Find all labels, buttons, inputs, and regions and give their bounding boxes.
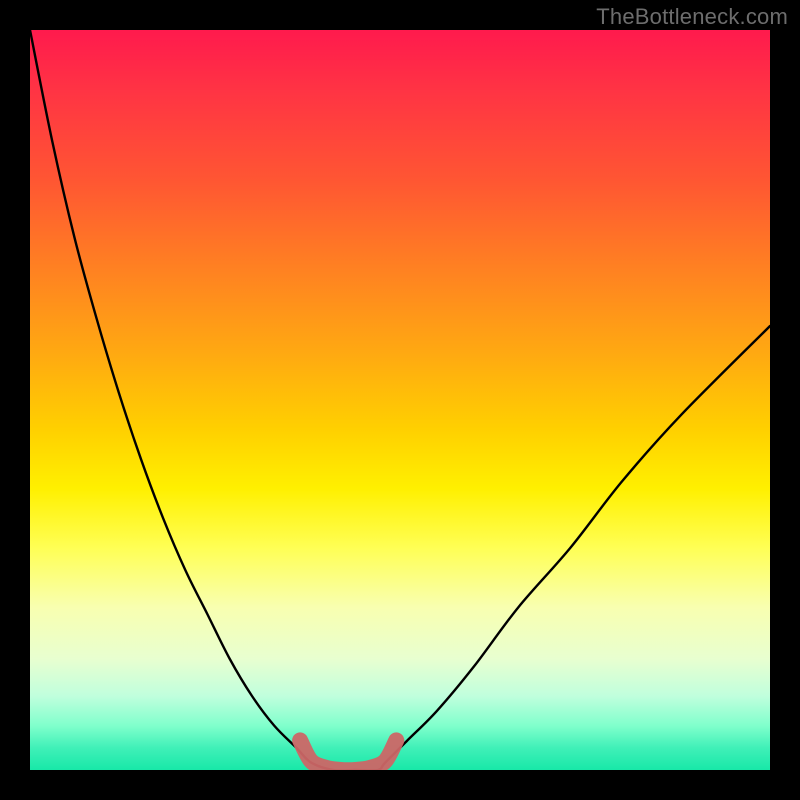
trough-marker xyxy=(300,740,396,770)
bottleneck-curve xyxy=(30,30,770,770)
chart-svg xyxy=(30,30,770,770)
plot-area xyxy=(30,30,770,770)
outer-frame: TheBottleneck.com xyxy=(0,0,800,800)
watermark-text: TheBottleneck.com xyxy=(596,4,788,30)
